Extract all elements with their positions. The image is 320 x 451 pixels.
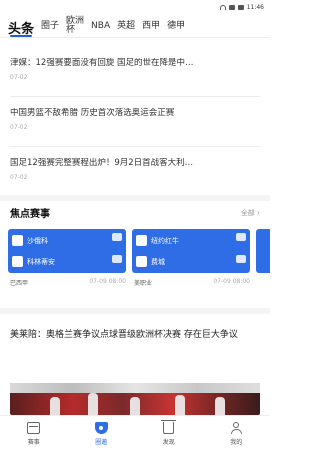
home-team: 沙俄科 (12, 233, 122, 248)
player-figure (88, 393, 98, 415)
signal-icon (228, 4, 235, 10)
team-logo-icon (12, 256, 23, 267)
away-team-name: 费城 (151, 257, 165, 266)
hot-matches-header: 焦点赛事 全部 › (0, 205, 270, 220)
section-separator (0, 195, 270, 201)
match-card[interactable]: 沙俄科 科林蒂安 巴西甲 07-09 08:00 (8, 229, 126, 297)
category-tabs: 头条 圈子 欧洲杯 NBA 英超 西甲 德甲 (0, 12, 270, 38)
battery-icon (237, 4, 244, 10)
news-time: 07-02 (10, 74, 28, 81)
nav-label: 赛事 (27, 438, 40, 446)
player-figure (175, 395, 185, 415)
view-all-label: 全部 (240, 208, 255, 217)
tab-euro-cup[interactable]: 欧洲杯 (66, 17, 84, 37)
league-name: 美职业 (134, 280, 153, 287)
news-item[interactable]: 国足12强赛完整赛程出炉！9月2日首战客大利… 07-02 (0, 158, 270, 181)
match-card-teams (256, 229, 270, 273)
wifi-icon (219, 4, 226, 10)
bottom-navigation: 赛事 圈遨 发现 我的 (0, 415, 270, 451)
match-card-partial[interactable] (256, 229, 270, 297)
tab-nba[interactable]: NBA (91, 22, 110, 37)
match-card-teams: 纽约红牛 费城 (132, 229, 250, 273)
tab-bundesliga[interactable]: 德甲 (167, 22, 185, 37)
nav-item-discover[interactable]: 发现 (144, 420, 194, 446)
away-team-name: 科林蒂安 (27, 257, 55, 266)
home-team: 纽约红牛 (136, 233, 246, 248)
news-title: 国足12强赛完整赛程出炉！9月2日首战客大利… (10, 158, 194, 168)
tab-headlines[interactable]: 头条 (8, 23, 34, 37)
nav-label: 圈遨 (95, 438, 108, 446)
match-card[interactable]: 纽约红牛 费城 美职业 07-09 08:00 (132, 229, 250, 297)
chevron-right-icon: › (256, 208, 260, 217)
score-chip (236, 233, 246, 241)
status-time: 11:46 (246, 3, 264, 11)
article-title[interactable]: 美莱陪：奥格兰赛争议点球晋级欧洲杯决赛 存在巨大争议 (10, 328, 262, 343)
tab-premier-league[interactable]: 英超 (117, 22, 135, 37)
match-time: 07-09 08:00 (89, 278, 126, 285)
news-title: 津媒：12强赛要面没有回旋 国足的世在降是中… (10, 58, 194, 68)
score-chip (112, 233, 122, 241)
score-chip (112, 255, 122, 263)
calendar-icon (27, 421, 41, 434)
nav-label: 发现 (162, 439, 175, 446)
news-item[interactable]: 津媒：12强赛要面没有回旋 国足的世在降是中… 07-02 (0, 58, 270, 81)
player-figure (50, 397, 60, 415)
news-time: 07-02 (10, 174, 28, 181)
news-time: 07-02 (10, 124, 28, 131)
team-logo-icon (136, 235, 147, 246)
player-figure (130, 397, 140, 415)
team-logo-icon (12, 235, 23, 246)
news-title: 中国男篮不敌希腊 历史首次落选奥运会正赛 (10, 108, 175, 118)
view-all-link[interactable]: 全部 › (241, 208, 260, 218)
nav-label: 我的 (230, 438, 243, 446)
score-chip (236, 255, 246, 263)
news-item[interactable]: 中国男篮不敌希腊 历史首次落选奥运会正赛 07-02 (0, 108, 270, 131)
away-team: 费城 (136, 254, 246, 269)
hot-matches-carousel[interactable]: 沙俄科 科林蒂安 巴西甲 07-09 08:00 纽约红牛 费城 美职业 07-… (8, 229, 270, 297)
team-logo-icon (136, 256, 147, 267)
nav-item-profile[interactable]: 我的 (211, 421, 261, 446)
player-figure (215, 397, 225, 415)
match-meta: 巴西甲 07-09 08:00 (10, 278, 126, 287)
divider (10, 96, 260, 97)
league-name: 巴西甲 (10, 280, 29, 287)
section-title: 焦点赛事 (10, 209, 50, 220)
section-separator (0, 308, 270, 314)
match-card-teams: 沙俄科 科林蒂安 (8, 229, 126, 273)
nav-item-home[interactable]: 圈遨 (76, 421, 126, 446)
article-image[interactable] (10, 383, 260, 415)
divider (10, 146, 260, 147)
match-meta: 美职业 07-09 08:00 (134, 278, 250, 287)
match-time: 07-09 08:00 (213, 278, 250, 285)
shield-icon (94, 421, 108, 434)
away-team: 科林蒂安 (12, 254, 122, 269)
home-team-name: 沙俄科 (27, 236, 48, 245)
trash-icon (161, 420, 177, 434)
user-icon (230, 421, 243, 434)
crowd-backdrop (10, 383, 260, 393)
tab-circle[interactable]: 圈子 (41, 22, 59, 37)
home-team-name: 纽约红牛 (151, 236, 179, 245)
tab-la-liga[interactable]: 西甲 (142, 22, 160, 37)
nav-item-events[interactable]: 赛事 (9, 421, 59, 446)
